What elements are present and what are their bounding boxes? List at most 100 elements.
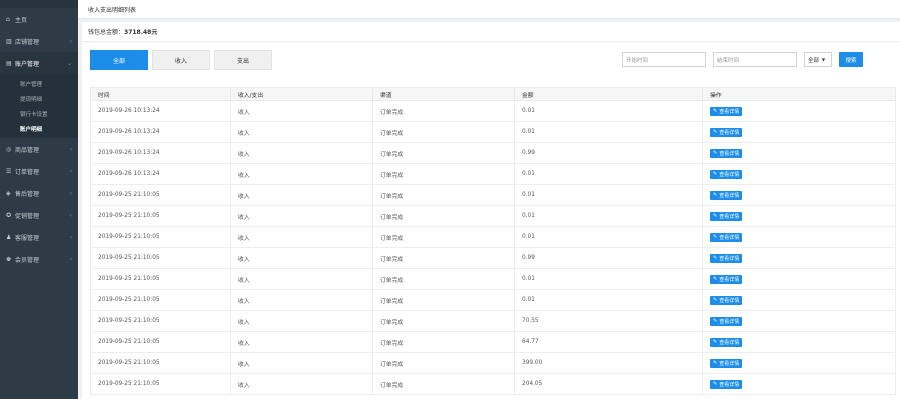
sidebar-item-1[interactable]: ▥ 店铺管理 ‹ bbox=[0, 30, 78, 52]
cell-time: 2019-09-26 10:13:24 bbox=[90, 100, 231, 122]
cell-type: 收入 bbox=[230, 352, 373, 374]
sidebar-item-3[interactable]: ◎ 商品管理 ‹ bbox=[0, 138, 78, 160]
cell-source: 订单完成 bbox=[372, 352, 515, 374]
chevron-down-icon: ▼ bbox=[822, 57, 826, 62]
tab-income[interactable]: 收入 bbox=[152, 50, 210, 70]
view-details-button[interactable]: ✎ 查看详情 bbox=[710, 337, 743, 347]
view-details-label: 查看详情 bbox=[719, 360, 740, 367]
cell-type: 收入 bbox=[230, 142, 373, 164]
view-details-label: 查看详情 bbox=[719, 192, 740, 199]
sidebar-item-5[interactable]: ◈ 售后管理 ‹ bbox=[0, 182, 78, 204]
edit-icon: ✎ bbox=[713, 360, 718, 366]
table-row: 2019-09-25 21:10:05 收入 订单完成 399.00 ✎ 查看详情 bbox=[90, 352, 896, 374]
cell-amount: 0.01 bbox=[514, 100, 703, 122]
type-tabs: 全部 收入 支出 bbox=[90, 50, 272, 70]
cell-amount: 0.01 bbox=[514, 226, 703, 248]
content-panel: 钱包总金额： 3718.48元 全部 收入 支出 开始时间 结束时间 全部 ▼ … bbox=[82, 22, 900, 399]
view-details-button[interactable]: ✎ 查看详情 bbox=[710, 358, 743, 368]
cell-time: 2019-09-25 21:10:05 bbox=[90, 226, 231, 248]
view-details-button[interactable]: ✎ 查看详情 bbox=[710, 190, 743, 200]
column-header-time: 时间 bbox=[90, 87, 231, 101]
view-details-button[interactable]: ✎ 查看详情 bbox=[710, 127, 743, 137]
tab-expense[interactable]: 支出 bbox=[214, 50, 272, 70]
sidebar-item-4[interactable]: ☰ 订单管理 ‹ bbox=[0, 160, 78, 182]
view-details-label: 查看详情 bbox=[719, 381, 740, 388]
view-details-button[interactable]: ✎ 查看详情 bbox=[710, 253, 743, 263]
top-bar: 收入支出明细列表 bbox=[78, 0, 900, 19]
type-select-value: 全部 bbox=[808, 57, 820, 64]
sidebar-item-0[interactable]: ⌂ 主页 bbox=[0, 8, 78, 30]
sidebar-item-7[interactable]: ♟ 客服管理 ‹ bbox=[0, 226, 78, 248]
cell-type: 收入 bbox=[230, 331, 373, 353]
chevron-left-icon: ‹ bbox=[69, 37, 72, 45]
cell-type: 收入 bbox=[230, 184, 373, 206]
cell-amount: 0.01 bbox=[514, 184, 703, 206]
table-body: 2019-09-26 10:13:24 收入 订单完成 0.01 ✎ 查看详情 2019-0… bbox=[90, 100, 896, 395]
table-row: 2019-09-25 21:10:05 收入 订单完成 70.55 ✎ 查看详情 bbox=[90, 310, 896, 332]
sidebar-item-label: 账户管理 bbox=[15, 60, 40, 68]
cell-time: 2019-09-25 21:10:05 bbox=[90, 352, 231, 374]
table-row: 2019-09-25 21:10:05 收入 订单完成 0.01 ✎ 查看详情 bbox=[90, 226, 896, 248]
search-button[interactable]: 搜索 bbox=[839, 52, 863, 67]
table-row: 2019-09-25 21:10:05 收入 订单完成 204.05 ✎ 查看详情 bbox=[90, 373, 896, 395]
chevron-left-icon: ‹ bbox=[69, 145, 72, 153]
sidebar-subitem-1[interactable]: 提现明细 bbox=[0, 91, 78, 106]
view-details-button[interactable]: ✎ 查看详情 bbox=[710, 379, 743, 389]
sidebar-subitem-3[interactable]: 账户明细 bbox=[0, 121, 78, 136]
cell-amount: 0.01 bbox=[514, 289, 703, 311]
chevron-left-icon: ‹ bbox=[69, 189, 72, 197]
cell-time: 2019-09-26 10:13:24 bbox=[90, 121, 231, 143]
sidebar-item-8[interactable]: ♚ 会员管理 ‹ bbox=[0, 248, 78, 270]
end-date-input[interactable]: 结束时间 bbox=[713, 52, 797, 67]
cell-source: 订单完成 bbox=[372, 310, 515, 332]
view-details-button[interactable]: ✎ 查看详情 bbox=[710, 232, 743, 242]
table-row: 2019-09-26 10:13:24 收入 订单完成 0.01 ✎ 查看详情 bbox=[90, 163, 896, 185]
view-details-button[interactable]: ✎ 查看详情 bbox=[710, 106, 743, 116]
cell-action: ✎ 查看详情 bbox=[702, 142, 896, 164]
edit-icon: ✎ bbox=[713, 150, 718, 156]
cell-action: ✎ 查看详情 bbox=[702, 226, 896, 248]
edit-icon: ✎ bbox=[713, 381, 718, 387]
page-title: 收入支出明细列表 bbox=[88, 6, 137, 14]
sidebar-subitem-0[interactable]: 账户管理 bbox=[0, 76, 78, 91]
cell-type: 收入 bbox=[230, 205, 373, 227]
cell-action: ✎ 查看详情 bbox=[702, 268, 896, 290]
cell-source: 订单完成 bbox=[372, 100, 515, 122]
sidebar-subitem-2[interactable]: 银行卡设置 bbox=[0, 106, 78, 121]
view-details-button[interactable]: ✎ 查看详情 bbox=[710, 169, 743, 179]
cell-type: 收入 bbox=[230, 289, 373, 311]
view-details-button[interactable]: ✎ 查看详情 bbox=[710, 295, 743, 305]
column-header-amount: 金额 bbox=[514, 87, 703, 101]
start-date-input[interactable]: 开始时间 bbox=[622, 52, 706, 67]
cell-time: 2019-09-26 10:13:24 bbox=[90, 163, 231, 185]
sidebar-item-label: 售后管理 bbox=[15, 190, 40, 198]
cell-amount: 0.01 bbox=[514, 205, 703, 227]
cell-amount: 0.01 bbox=[514, 121, 703, 143]
tab-all[interactable]: 全部 bbox=[90, 50, 148, 70]
sidebar-item-label: 商品管理 bbox=[15, 146, 40, 154]
view-details-label: 查看详情 bbox=[719, 276, 740, 283]
view-details-label: 查看详情 bbox=[719, 297, 740, 304]
sidebar-item-label: 促销管理 bbox=[15, 212, 40, 220]
table-row: 2019-09-26 10:13:24 收入 订单完成 0.01 ✎ 查看详情 bbox=[90, 121, 896, 143]
type-select[interactable]: 全部 ▼ bbox=[804, 52, 832, 67]
home-icon: ⌂ bbox=[6, 15, 10, 23]
table-row: 2019-09-25 21:10:05 收入 订单完成 0.01 ✎ 查看详情 bbox=[90, 205, 896, 227]
view-details-button[interactable]: ✎ 查看详情 bbox=[710, 148, 743, 158]
view-details-button[interactable]: ✎ 查看详情 bbox=[710, 211, 743, 221]
chevron-left-icon: ‹ bbox=[69, 233, 72, 241]
chevron-left-icon: ‹ bbox=[69, 255, 72, 263]
view-details-button[interactable]: ✎ 查看详情 bbox=[710, 274, 743, 284]
view-details-label: 查看详情 bbox=[719, 255, 740, 262]
edit-icon: ✎ bbox=[713, 234, 718, 240]
sidebar-item-6[interactable]: ✪ 促销管理 ‹ bbox=[0, 204, 78, 226]
filter-bar: 全部 收入 支出 开始时间 结束时间 全部 ▼ 搜索 bbox=[82, 42, 900, 82]
sidebar-item-2[interactable]: ▤ 账户管理 ⌄ bbox=[0, 52, 78, 74]
edit-icon: ✎ bbox=[713, 171, 718, 177]
view-details-button[interactable]: ✎ 查看详情 bbox=[710, 316, 743, 326]
main-area: 收入支出明细列表 钱包总金额： 3718.48元 全部 收入 支出 开始时间 结… bbox=[78, 0, 900, 399]
table-row: 2019-09-25 21:10:05 收入 订单完成 64.77 ✎ 查看详情 bbox=[90, 331, 896, 353]
edit-icon: ✎ bbox=[713, 192, 718, 198]
cell-time: 2019-09-25 21:10:05 bbox=[90, 184, 231, 206]
cell-type: 收入 bbox=[230, 268, 373, 290]
